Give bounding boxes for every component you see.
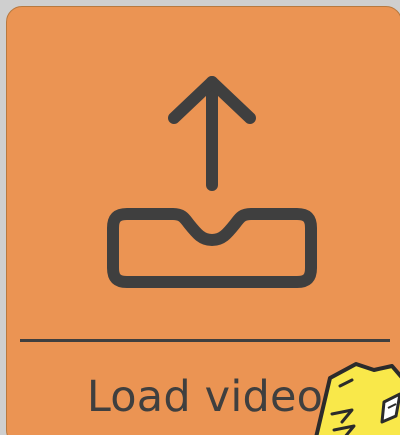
yellow-cartoon-character-icon: [314, 362, 400, 435]
upload-icon: [107, 76, 317, 288]
divider: [20, 339, 390, 342]
upload-widget: Load video: [0, 0, 400, 435]
